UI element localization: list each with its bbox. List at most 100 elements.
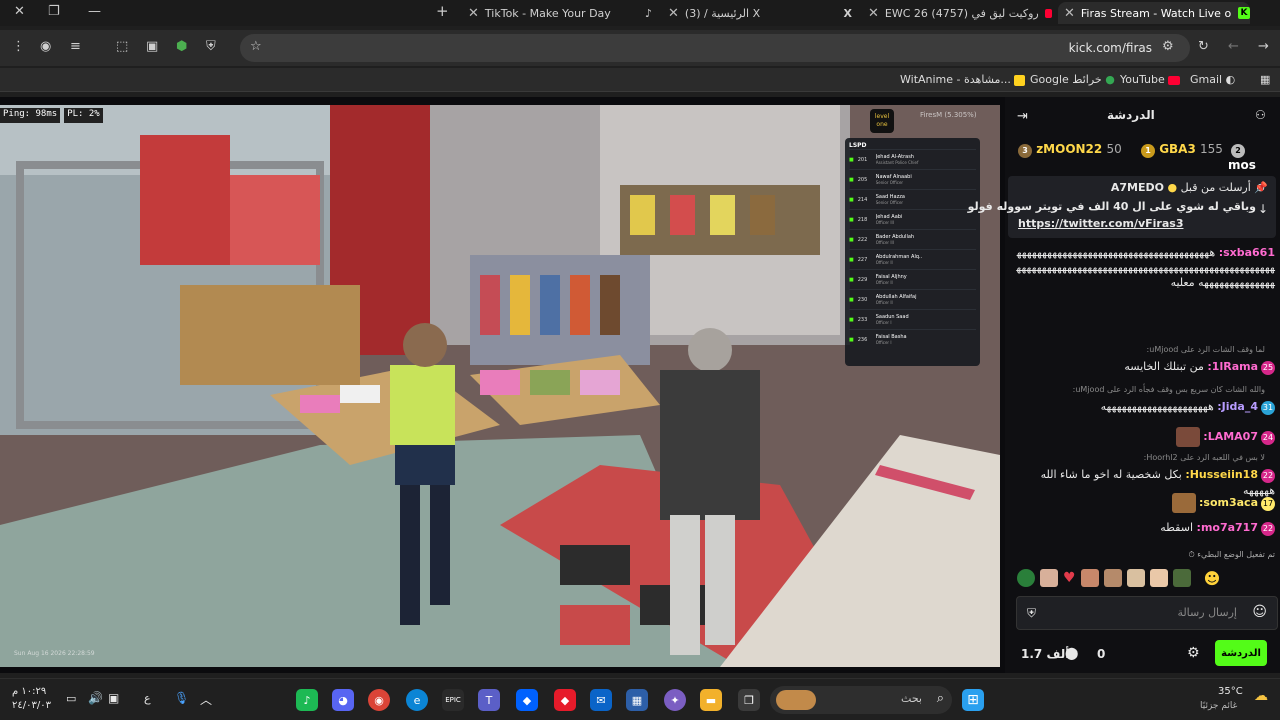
close-icon[interactable]: ✕ <box>868 6 879 21</box>
teams-icon[interactable]: T <box>478 689 500 711</box>
bookmark-maps[interactable]: Google خرائط ● <box>1030 73 1115 86</box>
shield-icon[interactable]: ⛨ <box>206 39 216 54</box>
clock[interactable]: ١٠:٢٩ م ٢٤/٠٣/٠٣ <box>12 685 51 713</box>
emote-icon[interactable] <box>1149 569 1168 587</box>
video-player[interactable]: Ping: 98ms PL: 2% level one FiresM (5.30… <box>0 105 1000 667</box>
copilot-icon[interactable]: ✦ <box>664 689 686 711</box>
leader-item[interactable]: 2 mos <box>1228 142 1275 172</box>
lspd-status-icon: ■ <box>849 296 854 303</box>
edge-icon[interactable]: e <box>406 689 428 711</box>
lspd-id: 229 <box>857 276 868 283</box>
chat-text: هههههههههههههههههههههه <box>1100 400 1214 413</box>
emote-icon[interactable] <box>1172 569 1191 587</box>
spotify-icon[interactable]: ♪ <box>296 689 318 711</box>
lspd-header: LSPD <box>849 142 867 149</box>
menu-dots-icon[interactable]: ⋮ <box>12 39 25 54</box>
dropbox-icon[interactable]: ◆ <box>516 689 538 711</box>
emote-icon[interactable] <box>1126 569 1145 587</box>
taskbar-search[interactable]: بحث ⌕ <box>770 686 952 714</box>
forward-icon[interactable]: → <box>1258 39 1269 54</box>
file-explorer-icon[interactable]: ▬ <box>700 689 722 711</box>
extensions-puzzle-icon[interactable]: ⬚ <box>116 39 128 54</box>
leader-item[interactable]: 3 zMOON22 50 <box>1015 142 1122 158</box>
minimize-window-icon[interactable]: — <box>88 4 101 19</box>
tab-youtube[interactable]: ✕ EWC 26 (4757) روكيت ليق في <box>862 2 1052 24</box>
outlook-icon[interactable]: ✉ <box>590 689 612 711</box>
chat-username[interactable]: mo7a717: <box>1197 521 1258 534</box>
address-bar[interactable]: ☆ kick.com/firas ⚙ <box>240 34 1190 62</box>
lspd-id: 236 <box>857 336 868 343</box>
pinned-header: 📌 أرسلت من قبل ● A7MEDO <box>1110 181 1268 194</box>
epic-games-icon[interactable]: EPIC <box>442 689 464 711</box>
chat-send-button[interactable]: الدردشة <box>1215 640 1267 666</box>
chat-input-placeholder: إرسال رسالة <box>1177 606 1237 619</box>
network-icon[interactable]: ▣ <box>108 691 119 705</box>
bookmark-youtube[interactable]: YouTube <box>1120 73 1181 86</box>
emote-icon[interactable] <box>1017 569 1035 587</box>
new-tab-button[interactable]: + <box>436 2 449 20</box>
bookmarks-bar: WitAnime - مشاهدة... Google خرائط ● YouT… <box>0 68 1280 92</box>
site-settings-icon[interactable]: ⚙ <box>1162 39 1174 54</box>
back-icon[interactable]: ← <box>1228 39 1239 54</box>
emote-icon[interactable] <box>1040 569 1058 587</box>
chat-username[interactable]: Jida_4: <box>1217 400 1258 413</box>
settings-icon[interactable]: ⚙ <box>1187 645 1200 661</box>
shield-icon[interactable]: ⛨ <box>1027 606 1036 621</box>
chat-username[interactable]: LAMA07: <box>1203 430 1258 443</box>
chat-username[interactable]: 1lRama: <box>1207 360 1258 373</box>
close-icon[interactable]: ✕ <box>468 6 479 21</box>
language-indicator[interactable]: ع <box>144 692 151 705</box>
clock-date: ٢٤/٠٣/٠٣ <box>12 700 51 711</box>
reply-context: لا بس في اللعبه الرد على Hoorhl2: <box>1143 453 1265 462</box>
microphone-icon[interactable]: 🎙 <box>174 691 189 705</box>
bookmark-gmail[interactable]: Gmail ◐ <box>1190 73 1235 86</box>
volume-icon[interactable]: 🔊 <box>88 691 103 705</box>
chat-username[interactable]: Husseiin18: <box>1185 468 1258 481</box>
weather-cloud-icon: ☁ <box>1254 688 1268 704</box>
tab-tiktok[interactable]: ✕ TikTok - Make Your Day ♪ <box>462 2 652 24</box>
discord-icon[interactable]: ◕ <box>332 689 354 711</box>
scroll-down-icon[interactable]: ↓ <box>1258 202 1268 216</box>
pinned-link[interactable]: https://twitter.com/vFiras3 <box>1018 217 1183 230</box>
close-icon[interactable]: ✕ <box>1064 6 1075 21</box>
users-icon[interactable]: ⚇ <box>1255 108 1266 122</box>
chat-username[interactable]: sxba661: <box>1219 246 1275 259</box>
bookmark-star-icon[interactable]: ☆ <box>250 39 262 54</box>
chat-input-box[interactable]: ⛨ إرسال رسالة ☺ <box>1016 596 1278 630</box>
windows-start-icon[interactable]: ⊞ <box>962 689 984 711</box>
reload-icon[interactable]: ↻ <box>1198 39 1209 54</box>
close-icon[interactable]: ✕ <box>668 6 679 21</box>
emoji-picker-icon[interactable]: ☺ <box>1252 604 1267 620</box>
lspd-id: 233 <box>857 316 868 323</box>
chat-username[interactable]: som3aca: <box>1199 496 1258 509</box>
lspd-id: 218 <box>857 216 868 223</box>
media-icon[interactable]: ≡ <box>70 39 81 54</box>
lspd-row: ■ 205 Nawaf Alnaabi Senior Officer <box>849 169 976 189</box>
close-window-icon[interactable]: ✕ <box>14 4 25 19</box>
extension-icon[interactable]: ◉ <box>40 39 51 54</box>
task-view-icon[interactable]: ❐ <box>738 689 760 711</box>
chat-text: اسقطه <box>1160 521 1194 534</box>
emote-icon[interactable] <box>1080 569 1099 587</box>
game-launcher-icon[interactable]: ◆ <box>554 689 576 711</box>
emote-icon[interactable] <box>1103 569 1122 587</box>
restore-window-icon[interactable]: ❐ <box>48 4 60 19</box>
weather-widget[interactable]: 35°C غائم جزئيًا ☁ <box>1200 685 1274 715</box>
tab-kick[interactable]: ✕ Firas Stream - Watch Live o K <box>1058 2 1250 24</box>
adblock-icon[interactable]: ⬢ <box>176 39 187 54</box>
leader-item[interactable]: 1 GBA3 155 <box>1138 142 1223 158</box>
emote-icon <box>1171 493 1196 513</box>
apps-grid-icon[interactable]: ▦ <box>1260 73 1270 86</box>
heart-emote-icon[interactable]: ♥ <box>1063 570 1076 586</box>
lspd-officer: Abdulrahman Alq.. Officer II <box>875 253 923 265</box>
ping-overlay: Ping: 98ms PL: 2% <box>0 108 103 123</box>
show-hidden-icons[interactable]: ︿ <box>200 691 212 708</box>
collapse-chat-icon[interactable]: ⇥ <box>1017 109 1028 124</box>
extension-icon[interactable]: ▣ <box>146 39 158 54</box>
tab-x[interactable]: ✕ الرئيسية / (3) X X <box>662 2 852 24</box>
store-icon[interactable]: ▦ <box>626 689 648 711</box>
chrome-icon[interactable]: ◉ <box>368 689 390 711</box>
sunglasses-emoji-icon[interactable]: ☻ <box>1204 569 1221 588</box>
battery-icon[interactable]: ▭ <box>66 692 76 705</box>
bookmark-witanime[interactable]: WitAnime - مشاهدة... <box>900 73 1026 86</box>
